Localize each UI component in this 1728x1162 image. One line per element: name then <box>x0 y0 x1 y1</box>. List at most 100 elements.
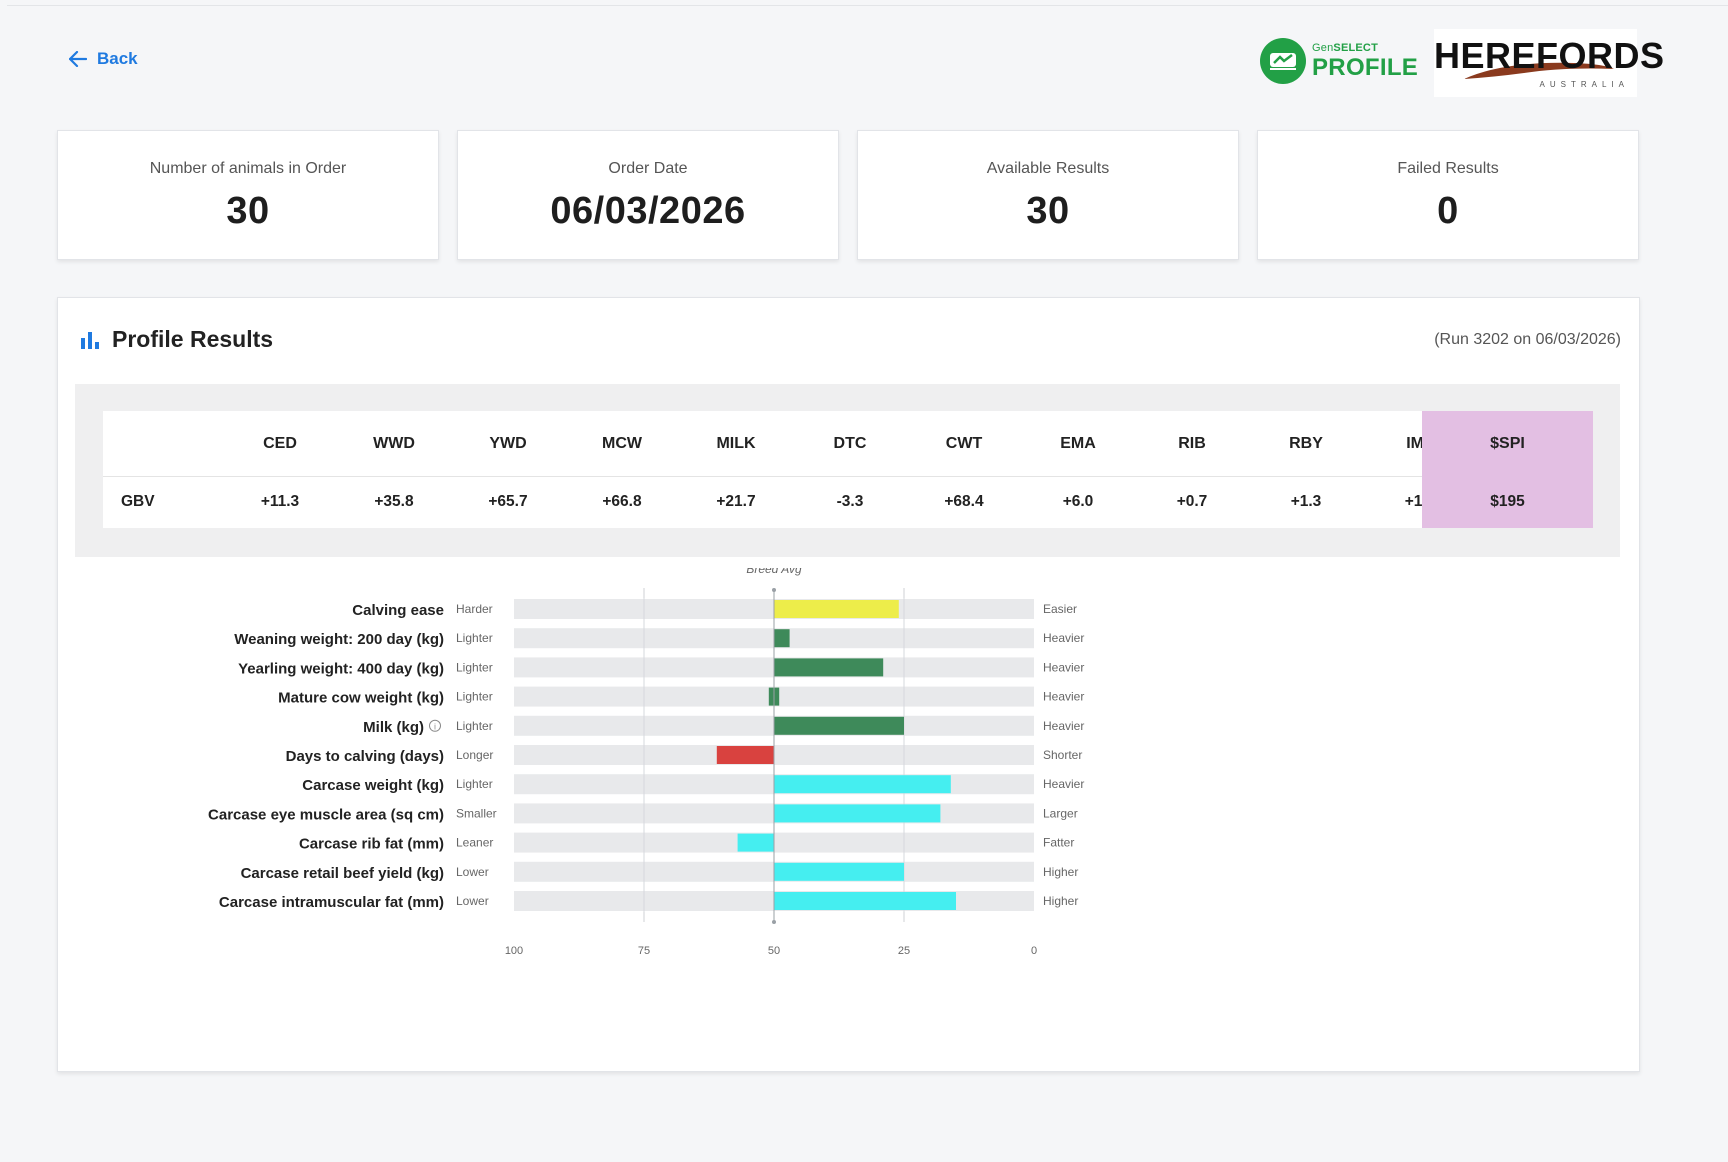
trait-right-label: Larger <box>1043 806 1078 820</box>
trait-right-label: Heavier <box>1043 690 1084 704</box>
breed-avg-dot <box>772 920 776 924</box>
trait-label: Carcase eye muscle area (sq cm) <box>208 806 444 823</box>
profile-bar <box>774 804 941 823</box>
card-available-results: Available Results 30 <box>857 130 1239 260</box>
card-order-date: Order Date 06/03/2026 <box>457 130 839 260</box>
table-cell-cwt: +68.4 <box>944 493 984 510</box>
profile-bar <box>716 746 774 764</box>
herefords-wordmark: HEREFORDS <box>1434 35 1665 76</box>
card-value: 06/03/2026 <box>550 190 746 232</box>
genselect-big-text: PROFILE <box>1312 53 1419 81</box>
trait-left-label: Harder <box>456 602 493 616</box>
table-cell-ced: +11.3 <box>260 493 300 510</box>
table-header-spi: $SPI <box>1422 411 1593 476</box>
table-header-ced: CED <box>263 434 297 452</box>
profile-chart: Calving ease Harder Easier Weaning weight: … <box>58 568 1639 1048</box>
profile-bar <box>774 629 790 648</box>
profile-results-title: Profile Results <box>112 326 274 352</box>
trait-right-label: Easier <box>1043 602 1077 616</box>
x-tick-label: 0 <box>1031 945 1037 957</box>
table-header-rby: RBY <box>1289 434 1323 452</box>
table-cell-ywd: +65.7 <box>488 493 528 510</box>
trait-right-label: Heavier <box>1043 660 1084 674</box>
bar-chart-icon <box>81 331 99 349</box>
card-label: Available Results <box>986 160 1110 177</box>
trait-label: Carcase intramuscular fat (mm) <box>219 894 444 911</box>
profile-bar <box>774 775 951 794</box>
table-cell-milk: +21.7 <box>716 493 756 510</box>
gbv-table-container: CED WWD YWD MCW MILK DTC CWT EMA RIB RBY IMF $SPI G… <box>75 384 1620 557</box>
table-header-rib: RIB <box>1178 434 1206 452</box>
profile-bar <box>774 600 899 618</box>
herefords-logo: HEREFORDS AUSTRALIA <box>1434 29 1665 97</box>
trait-right-label: Heavier <box>1043 777 1084 791</box>
breed-avg-label: Breed Avg <box>746 568 802 576</box>
table-cell-ema: +6.0 <box>1062 493 1094 510</box>
back-button[interactable]: Back <box>69 49 138 69</box>
page: Back GenSELECT PROFILE HEREFORDS AUSTRAL… <box>7 5 1728 1162</box>
gbv-table: CED WWD YWD MCW MILK DTC CWT EMA RIB RBY IMF $SPI G… <box>103 411 1593 528</box>
table-header-wwd: WWD <box>373 434 415 452</box>
table-cell-spi: $195 <box>1422 476 1593 528</box>
x-tick-label: 100 <box>505 945 523 957</box>
table-row: GBV +11.3 +35.8 +65.7 +66.8 +21.7 -3.3 +68.4 +6… <box>103 476 1593 528</box>
trait-right-label: Fatter <box>1043 836 1074 850</box>
table-cell-wwd: +35.8 <box>374 493 414 510</box>
back-label: Back <box>97 49 138 68</box>
breed-avg-dot <box>772 588 776 592</box>
table-header-cwt: CWT <box>945 434 983 452</box>
trait-left-label: Lower <box>456 865 489 879</box>
herefords-subtext: AUSTRALIA <box>1539 80 1629 89</box>
genselect-small-text: GenSELECT <box>1312 41 1378 54</box>
table-header-dtc: DTC <box>833 434 867 452</box>
genselect-mark-icon <box>1260 38 1306 84</box>
x-tick-label: 75 <box>638 945 650 957</box>
trait-left-label: Lower <box>456 894 489 908</box>
trait-left-label: Lighter <box>456 719 493 733</box>
trait-label: Carcase weight (kg) <box>302 777 444 794</box>
table-header-ema: EMA <box>1060 434 1096 452</box>
trait-label: Carcase retail beef yield (kg) <box>241 865 444 882</box>
trait-label: Carcase rib fat (mm) <box>299 836 444 853</box>
table-row-label: GBV <box>121 493 155 510</box>
card-label: Order Date <box>608 160 688 177</box>
trait-label: Milk (kg) <box>363 719 424 736</box>
table-header-mcw: MCW <box>602 434 642 452</box>
trait-label: Mature cow weight (kg) <box>278 690 444 707</box>
trait-right-label: Shorter <box>1043 748 1082 762</box>
profile-chart-svg: Calving ease Harder Easier Weaning weight: … <box>208 568 1084 957</box>
table-header-ywd: YWD <box>489 434 527 452</box>
card-label: Failed Results <box>1397 160 1499 177</box>
table-header-blank <box>103 411 241 476</box>
card-failed-results: Failed Results 0 <box>1257 130 1639 260</box>
table-cell-dtc: -3.3 <box>836 493 864 510</box>
table-header-row: CED WWD YWD MCW MILK DTC CWT EMA RIB RBY IMF $SPI <box>103 411 1593 477</box>
info-icon-glyph: i <box>434 722 436 731</box>
trait-right-label: Heavier <box>1043 631 1084 645</box>
trait-left-label: Longer <box>456 748 493 762</box>
trait-left-label: Smaller <box>456 806 497 820</box>
x-tick-label: 25 <box>898 945 910 957</box>
x-tick-label: 50 <box>768 945 780 957</box>
card-value: 30 <box>226 190 270 232</box>
table-cell-mcw: +66.8 <box>602 493 642 510</box>
profile-results-header: Profile Results <box>80 326 273 353</box>
trait-right-label: Higher <box>1043 894 1078 908</box>
trait-left-label: Lighter <box>456 777 493 791</box>
table-header-milk: MILK <box>716 434 756 452</box>
trait-left-label: Lighter <box>456 690 493 704</box>
trait-left-label: Lighter <box>456 631 493 645</box>
card-value: 0 <box>1437 190 1459 232</box>
trait-right-label: Higher <box>1043 865 1078 879</box>
run-info: (Run 3202 on 06/03/2026) <box>1434 331 1621 348</box>
genselect-logo: GenSELECT PROFILE <box>1260 38 1418 84</box>
trait-label: Weaning weight: 200 day (kg) <box>234 631 444 648</box>
table-cell-rby: +1.3 <box>1290 493 1322 510</box>
trait-left-label: Leaner <box>456 836 493 850</box>
profile-bar <box>774 862 904 881</box>
trait-left-label: Lighter <box>456 660 493 674</box>
profile-bar <box>737 833 774 852</box>
card-label: Number of animals in Order <box>149 160 347 177</box>
trait-label: Calving ease <box>352 602 444 619</box>
profile-bar <box>774 892 956 910</box>
